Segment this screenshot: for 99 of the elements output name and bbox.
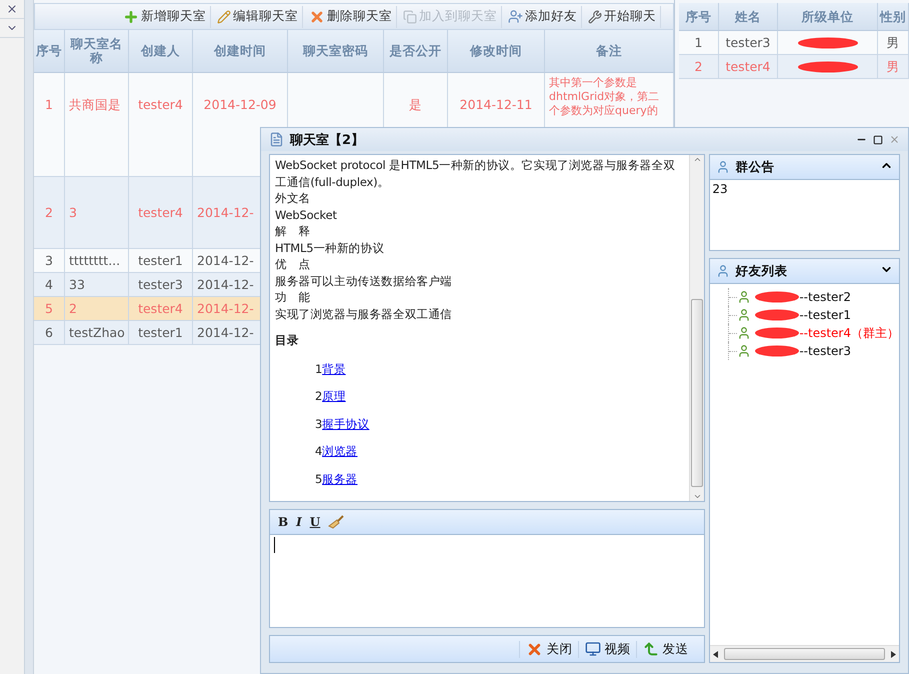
document-icon [403,10,417,24]
panel-title: 群公告 [735,158,776,176]
add-user-icon [508,9,523,24]
toolbar-button[interactable]: 删除聊天室 [305,6,397,28]
column-header: 性别 [878,3,909,31]
action-button[interactable]: 关闭 [519,640,578,658]
redaction-mark [755,291,800,303]
toolbar-button[interactable]: 添加好友 [504,6,582,28]
window-title: 聊天室【2】 [290,132,366,148]
friend-name[interactable]: --tester2 [799,290,851,304]
table-cell: tester4 [129,177,193,249]
message-input[interactable] [269,535,706,628]
user-icon [737,290,752,304]
broom-icon [328,515,344,529]
item-number: 4 [315,444,322,458]
column-header: 备注 [545,30,674,73]
close-icon [6,3,18,15]
column-header: 聊天室密码 [288,30,384,73]
item-number: 1 [315,362,322,376]
column-header: 聊天室名称 [65,30,129,73]
user-icon [737,326,752,340]
user-icon [737,308,752,322]
scroll-left-icon [713,650,718,658]
table-cell: 共商国是 [65,73,129,177]
table-cell: 3 [65,177,129,249]
contents-link[interactable]: 背景 [322,362,346,376]
table-cell: 1 [694,34,702,52]
table-cell: tester3 [129,273,193,297]
panel-title: 好友列表 [735,262,788,280]
maximize-icon [873,134,883,144]
table-cell: 5 [34,297,65,321]
close-icon [889,134,900,145]
contents-link[interactable]: 浏览器 [322,444,358,458]
table-cell: 4 [34,273,65,297]
format-button[interactable]: U [310,515,320,529]
table-cell: tester4 [129,297,193,321]
table-cell: testZhao [65,321,129,345]
user-icon [737,344,752,358]
item-number: 2 [315,389,322,403]
table-cell: tester1 [129,321,193,345]
toolbar-button[interactable]: 开始聊天 [584,6,661,28]
table-cell: tester3 [726,34,770,52]
item-number: 5 [315,472,322,486]
redaction-mark [755,327,800,339]
tools-icon [588,10,602,24]
plus-icon [123,8,139,24]
format-button[interactable]: I [296,515,302,529]
format-button[interactable]: B [278,515,288,529]
contents-link[interactable]: 原理 [322,389,346,403]
scrollbar[interactable] [689,155,704,501]
table-cell: 男 [886,34,900,52]
delete-icon [309,8,325,24]
pencil-icon [217,10,231,24]
column-header: 创建时间 [193,30,288,73]
contents-link[interactable]: 握手协议 [322,416,370,430]
scroll-down-icon [692,492,702,501]
friend-name[interactable]: --tester1 [799,308,851,322]
action-button[interactable]: 视频 [578,640,636,658]
table-cell: tester4 [726,58,770,76]
toolbar-button[interactable]: 新增聊天室 [119,6,211,28]
redaction-mark [755,309,800,321]
toolbar-button[interactable]: 编辑聊天室 [213,6,303,28]
table-cell: 男 [886,58,900,76]
friend-name[interactable]: --tester4（群主） [799,324,899,342]
user-icon [716,264,730,278]
table-cell: 2 [65,297,129,321]
scroll-up-icon [692,155,702,164]
column-header: 是否公开 [384,30,448,73]
table-cell: 33 [65,273,129,297]
redaction-mark [798,36,858,48]
user-icon [716,160,730,174]
table-cell: 3 [34,249,65,273]
column-header: 所级单位 [778,3,878,31]
action-button[interactable]: 发送 [636,640,694,658]
table-cell: 1 [34,73,65,177]
table-cell: 6 [34,321,65,345]
scroll-right-icon [891,650,896,658]
maximize-button[interactable] [873,134,883,144]
announcement-text: 23 [711,181,729,198]
friend-name[interactable]: --tester3 [799,344,851,358]
redaction-mark [798,60,858,72]
redaction-mark [755,345,800,357]
table-cell: tttttttt... [65,249,129,273]
column-header: 创建人 [129,30,193,73]
table-cell: tester1 [129,249,193,273]
contents-link[interactable]: 服务器 [322,472,358,486]
column-header: 序号 [679,3,719,31]
column-header: 修改时间 [448,30,545,73]
table-cell: 2 [694,58,702,76]
arrow-icon [643,641,660,657]
document-icon [269,132,284,147]
monitor-icon [585,641,602,657]
column-header: 序号 [34,30,65,73]
scrollbar[interactable] [710,645,899,662]
column-header: 姓名 [719,3,778,31]
item-number: 3 [315,416,322,430]
table-cell: tester4 [129,73,193,177]
close-button[interactable] [889,134,900,145]
table-cell: 2 [34,177,65,249]
